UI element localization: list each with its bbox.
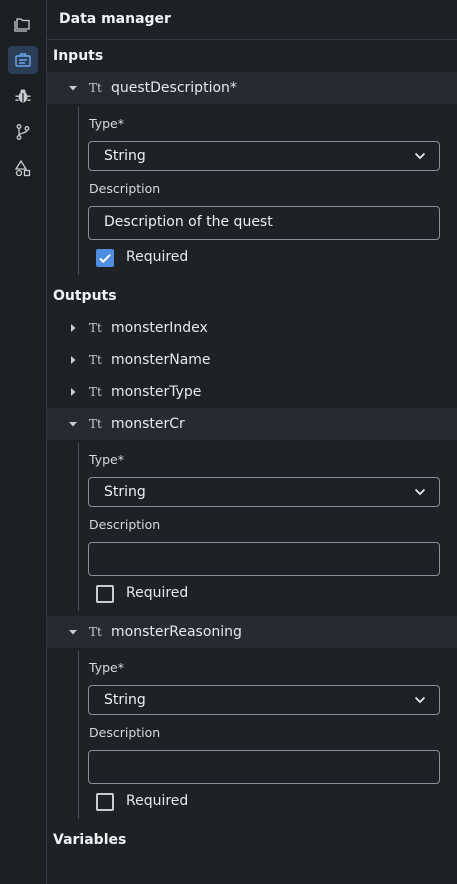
description-input[interactable] [88,750,440,784]
select-value: String [104,692,146,708]
tree-item-label: monsterReasoning [111,624,242,640]
chevron-right-icon [69,324,77,332]
tree-guide [78,107,79,275]
tree-item-label: monsterCr [111,416,185,432]
chevron-right-icon [69,388,77,396]
chevron-down-icon [414,488,426,496]
tree-item-label: monsterName [111,352,211,368]
type-select[interactable]: String [88,477,440,507]
type-label: Type* [89,116,124,131]
files-icon[interactable] [8,10,38,38]
tree-guide [78,651,79,819]
tree-item-label: monsterIndex [111,320,208,336]
text-type-icon: Tt [89,321,102,335]
tree-item-label: questDescription* [111,80,237,96]
inputs-section-heading: Inputs [53,48,104,64]
briefcase-icon[interactable] [8,46,38,74]
text-type-icon: Tt [89,417,102,431]
chevron-down-icon [69,84,77,92]
text-type-icon: Tt [89,625,102,639]
required-checkbox[interactable] [96,793,114,811]
required-checkbox[interactable] [96,249,114,267]
required-label: Required [126,793,189,809]
select-value: String [104,148,146,164]
type-label: Type* [89,452,124,467]
tree-item-monsterReasoning[interactable]: Tt monsterReasoning [47,616,457,648]
chevron-down-icon [414,152,426,160]
text-type-icon: Tt [89,353,102,367]
select-value: String [104,484,146,500]
description-label: Description [89,181,161,196]
activity-bar [0,0,47,884]
required-label: Required [126,249,189,265]
divider [47,39,457,40]
type-label: Type* [89,660,124,675]
description-label: Description [89,517,161,532]
data-manager-panel: Data manager Inputs Tt questDescription*… [47,0,457,884]
panel-title: Data manager [59,11,171,27]
bug-icon[interactable] [8,82,38,110]
description-value: Description of the quest [104,214,273,230]
variables-section-heading: Variables [53,832,127,848]
shapes-icon[interactable] [8,154,38,182]
text-type-icon: Tt [89,385,102,399]
outputs-section-heading: Outputs [53,288,117,304]
description-input[interactable]: Description of the quest [88,206,440,240]
branch-icon[interactable] [8,118,38,146]
tree-guide [78,443,79,611]
text-type-icon: Tt [89,81,102,95]
tree-item-monsterIndex[interactable]: Tt monsterIndex [47,312,457,344]
required-label: Required [126,585,189,601]
description-label: Description [89,725,161,740]
chevron-down-icon [69,420,77,428]
tree-item-questDescription[interactable]: Tt questDescription* [47,72,457,104]
chevron-right-icon [69,356,77,364]
tree-item-monsterCr[interactable]: Tt monsterCr [47,408,457,440]
chevron-down-icon [69,628,77,636]
chevron-down-icon [414,696,426,704]
type-select[interactable]: String [88,141,440,171]
tree-item-monsterType[interactable]: Tt monsterType [47,376,457,408]
tree-item-monsterName[interactable]: Tt monsterName [47,344,457,376]
checkmark-icon [99,254,111,264]
type-select[interactable]: String [88,685,440,715]
description-input[interactable] [88,542,440,576]
tree-item-label: monsterType [111,384,202,400]
required-checkbox[interactable] [96,585,114,603]
